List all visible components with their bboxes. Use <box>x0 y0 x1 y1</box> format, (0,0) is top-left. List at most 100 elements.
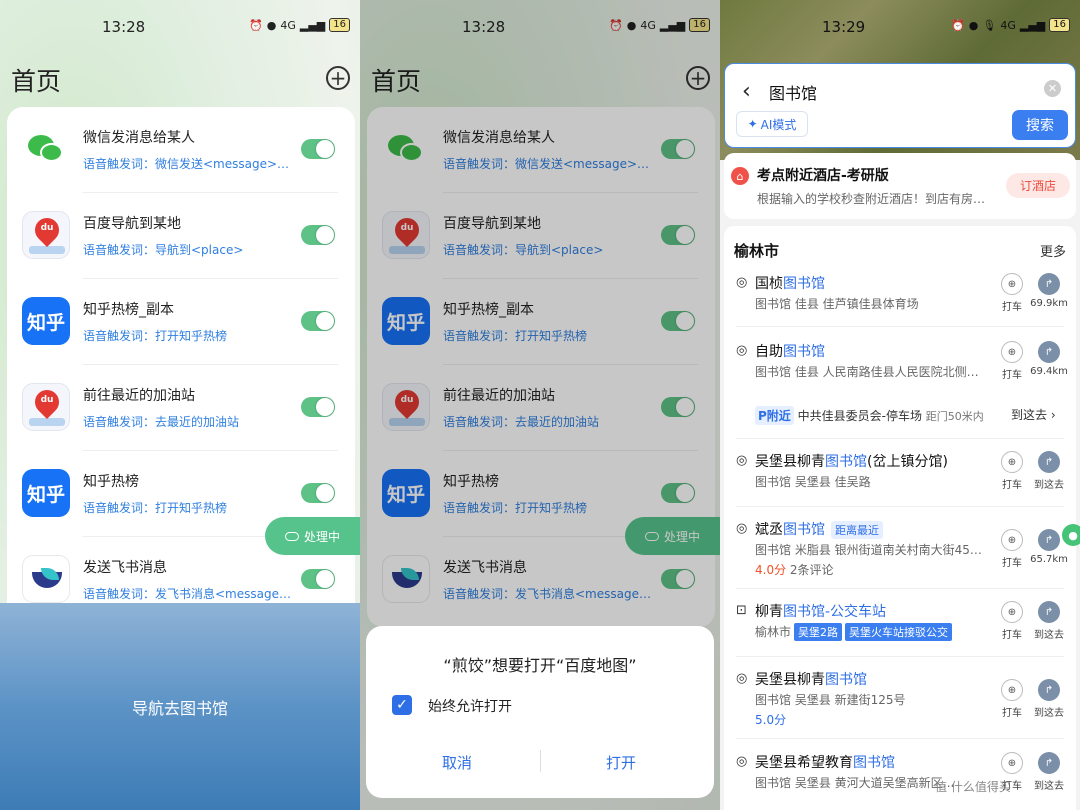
taxi-button[interactable]: ⊕ 打车 <box>992 273 1032 313</box>
voice-result-banner: 导航去图书馆 <box>0 603 360 810</box>
rating: 5.0分 <box>755 713 787 727</box>
go-button[interactable]: ↱ 69.9km <box>1029 273 1069 309</box>
processing-label: 处理中 <box>303 529 340 544</box>
divider <box>736 506 1064 507</box>
clear-icon[interactable]: ✕ <box>1044 80 1061 97</box>
divider <box>736 326 1064 327</box>
watermark: 值 什么值得买 <box>935 780 1011 794</box>
dialog-title: “煎饺”想要打开“百度地图” <box>443 656 637 675</box>
voice-result-text: 导航去图书馆 <box>131 698 228 718</box>
item-trigger: 语音触发词：导航到<place> <box>83 243 244 257</box>
status-time: 13:29 <box>822 18 866 36</box>
voice-float-icon[interactable]: ● <box>1062 524 1080 546</box>
result-item[interactable]: ◎ 自助图书馆 图书馆 佳县 人民南路佳县人民医院北侧… ⊕ 打车 ↱ 69.4km <box>724 341 1076 401</box>
open-app-dialog: “煎饺”想要打开“百度地图” ✓ 始终允许打开 取消 打开 <box>366 626 714 798</box>
item-trigger: 语音触发词：打开知乎热榜 <box>83 501 228 515</box>
add-icon[interactable]: + <box>326 66 350 90</box>
ai-mode-label: AI模式 <box>760 117 797 132</box>
status-bar: 13:28 ⏰ ● 4G ▂▄▆ 16 <box>0 0 360 56</box>
go-button[interactable]: ↱ 到这去 <box>1029 752 1069 792</box>
location-pin-icon: ◎ <box>736 754 748 769</box>
go-button[interactable]: ↱ 到这去 <box>1029 679 1069 719</box>
taxi-button[interactable]: ⊕ 打车 <box>992 601 1032 641</box>
enable-toggle[interactable] <box>301 397 335 417</box>
panel-map-search: 13:29 ⏰ ● 🎙 4G ▂▄▆ 16 ‹ 图书馆 ✕ ✦ AI模式 搜索 ⌂… <box>720 0 1080 810</box>
result-item[interactable]: ◎ 吴堡县柳青图书馆(岔上镇分馆) 图书馆 吴堡县 佳吴路 ⊕ 打车 ↱ 到这去 <box>724 451 1076 511</box>
result-item[interactable]: ◎ 斌丞图书馆 距离最近 图书馆 米脂县 银州街道南关村南大街45… 4.0分 2… <box>724 519 1076 589</box>
search-input[interactable]: 图书馆 <box>769 80 817 104</box>
go-button[interactable]: ↱ 到这去 <box>1029 601 1069 641</box>
taxi-button[interactable]: ⊕ 打车 <box>992 679 1032 719</box>
taxi-icon: ⊕ <box>1001 451 1023 473</box>
taxi-button[interactable]: ⊕ 打车 <box>992 341 1032 381</box>
enable-toggle[interactable] <box>301 311 335 331</box>
taxi-icon: ⊕ <box>1001 273 1023 295</box>
route-icon: ↱ <box>1038 752 1060 774</box>
cancel-button[interactable]: 取消 <box>372 752 542 773</box>
go-button[interactable]: ↱ 到这去 <box>1029 451 1069 491</box>
parking-dist: 距门50米内 <box>925 410 984 423</box>
taxi-icon: ⊕ <box>1001 529 1023 551</box>
result-item[interactable]: ⊡ 柳青图书馆-公交车站 榆林市 吴堡2路 吴堡火车站接驳公交 ⊕ 打车 ↱ 到这去 <box>724 601 1076 661</box>
taxi-button[interactable]: ⊕ 打车 <box>992 451 1032 491</box>
result-name: 吴堡县希望教育图书馆 <box>755 755 895 771</box>
list-item[interactable]: 知乎 知乎热榜_副本 语音触发词：打开知乎热榜 <box>7 279 355 365</box>
item-title: 知乎热榜_副本 <box>83 302 174 318</box>
taxi-button[interactable]: ⊕ 打车 <box>992 529 1032 569</box>
wechat-icon <box>22 125 70 173</box>
divider <box>736 438 1064 439</box>
result-item[interactable]: ◎ 吴堡县柳青图书馆 图书馆 吴堡县 新建街125号 5.0分 ⊕ 打车 ↱ 到这去 <box>724 669 1076 739</box>
rating-row: 4.0分 2条评论 <box>755 563 834 577</box>
item-title: 微信发消息给某人 <box>83 130 195 146</box>
processing-badge[interactable]: 处理中 <box>265 517 360 555</box>
result-desc: 图书馆 佳县 佳芦镇佳县体育场 <box>755 297 919 311</box>
feishu-icon <box>22 555 70 603</box>
parking-row[interactable]: P附近 中共佳县委员会-停车场 距门50米内 到这去 › <box>755 406 1073 425</box>
taxi-icon: ⊕ <box>1001 341 1023 363</box>
result-name: 吴堡县柳青图书馆 <box>755 672 867 688</box>
enable-toggle[interactable] <box>301 569 335 589</box>
taxi-icon: ⊕ <box>1001 679 1023 701</box>
status-icons: ⏰ ● 🎙 4G ▂▄▆ 16 <box>951 18 1070 32</box>
open-button[interactable]: 打开 <box>536 752 706 773</box>
enable-toggle[interactable] <box>301 225 335 245</box>
route-icon: ↱ <box>1038 529 1060 551</box>
result-name: 吴堡县柳青图书馆(岔上镇分馆) <box>755 454 948 470</box>
ad-title: 考点附近酒店-考研版 <box>757 168 889 184</box>
zhihu-icon: 知乎 <box>22 297 70 345</box>
go-button[interactable]: ↱ 69.4km <box>1029 341 1069 377</box>
battery-icon: 16 <box>329 18 350 32</box>
result-item[interactable]: ◎ 国桢图书馆 图书馆 佳县 佳芦镇佳县体育场 ⊕ 打车 ↱ 69.9km <box>724 273 1076 333</box>
ad-card[interactable]: ⌂ 考点附近酒店-考研版 根据输入的学校秒查附近酒店！到店有房… 订酒店 <box>724 153 1076 219</box>
route-icon: ↱ <box>1038 679 1060 701</box>
back-icon[interactable]: ‹ <box>742 79 751 104</box>
result-item[interactable]: ◎ 吴堡县希望教育图书馆 图书馆 吴堡县 黄河大道吴堡高新区… ⊕ 打车 ↱ 到这去 <box>724 752 1076 802</box>
list-item[interactable]: du 百度导航到某地 语音触发词：导航到<place> <box>7 193 355 279</box>
signal-icon: 4G <box>280 18 296 32</box>
status-icons: ⏰ ● 4G ▂▄▆ 16 <box>249 18 350 32</box>
result-desc: 图书馆 吴堡县 佳吴路 <box>755 475 871 489</box>
parking-tag: P附近 <box>755 406 794 425</box>
book-hotel-button[interactable]: 订酒店 <box>1006 173 1070 198</box>
search-button[interactable]: 搜索 <box>1012 110 1068 140</box>
ai-mode-button[interactable]: ✦ AI模式 <box>736 111 808 137</box>
list-item[interactable]: 微信发消息给某人 语音触发词：微信发送<message>给<contact> <box>7 107 355 193</box>
screenshot-root: 13:28 ⏰ ● 4G ▂▄▆ 16 首页 + 微信发消息给某人 语音触发词：… <box>0 0 1080 810</box>
item-title: 发送飞书消息 <box>83 560 167 576</box>
more-link[interactable]: 更多 <box>1040 241 1066 260</box>
status-bar: 13:29 ⏰ ● 🎙 4G ▂▄▆ 16 <box>720 0 1080 56</box>
list-item[interactable]: du 前往最近的加油站 语音触发词：去最近的加油站 <box>7 365 355 451</box>
enable-toggle[interactable] <box>301 139 335 159</box>
parking-go[interactable]: 到这去 › <box>1011 406 1056 423</box>
item-trigger: 语音触发词：微信发送<message>给<contact> <box>83 157 293 171</box>
mic-icon: 🎙 <box>982 18 997 32</box>
zhihu-icon: 知乎 <box>22 469 70 517</box>
panel-dialog: 13:28 ⏰ ● 4G ▂▄▆ 16 首页 + 微信发消息给某人 语音触发词：… <box>360 0 720 810</box>
location-pin-icon: ◎ <box>736 671 748 686</box>
always-allow-label[interactable]: 始终允许打开 <box>428 696 512 716</box>
always-allow-checkbox[interactable]: ✓ <box>392 695 412 715</box>
item-title: 知乎热榜 <box>83 474 139 490</box>
item-trigger: 语音触发词：去最近的加油站 <box>83 415 240 429</box>
cloud-icon <box>284 531 299 541</box>
enable-toggle[interactable] <box>301 483 335 503</box>
